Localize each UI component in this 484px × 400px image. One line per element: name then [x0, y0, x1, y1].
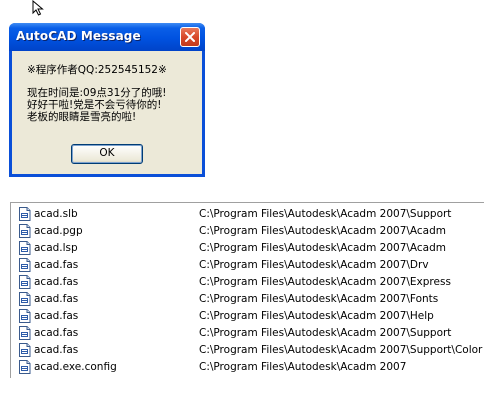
file-icon [19, 292, 31, 306]
file-row[interactable]: acad.slb C:\Program Files\Autodesk\Acadm … [11, 206, 481, 223]
file-icon [19, 224, 31, 238]
file-row[interactable]: acad.fas C:\Program Files\Autodesk\Acadm … [11, 257, 481, 274]
file-name: acad.pgp [34, 225, 83, 237]
file-path: C:\Program Files\Autodesk\Acadm 2007\Fon… [199, 293, 439, 305]
file-path: C:\Program Files\Autodesk\Acadm 2007 [199, 361, 407, 373]
message-line: 好好干啦!党是不会亏待你的! [27, 99, 162, 111]
message-line: 老板的眼睛是雪亮的啦! [27, 111, 137, 123]
file-path: C:\Program Files\Autodesk\Acadm 2007\Aca… [199, 242, 447, 254]
file-row[interactable]: acad.lsp C:\Program Files\Autodesk\Acadm … [11, 240, 481, 257]
file-row[interactable]: acad.fas C:\Program Files\Autodesk\Acadm … [11, 291, 481, 308]
file-icon [19, 343, 31, 357]
file-row[interactable]: acad.fas C:\Program Files\Autodesk\Acadm … [11, 325, 481, 342]
file-name: acad.exe.config [34, 361, 117, 373]
close-icon [185, 32, 195, 42]
file-icon [19, 326, 31, 340]
file-name: acad.fas [34, 259, 79, 271]
file-row[interactable]: acad.pgp C:\Program Files\Autodesk\Acadm … [11, 223, 481, 240]
file-row[interactable]: acad.fas C:\Program Files\Autodesk\Acadm … [11, 342, 483, 359]
author-line: ※程序作者QQ:252545152※ [27, 64, 167, 76]
file-icon [19, 258, 31, 272]
message-dialog: AutoCAD Message ※程序作者QQ:252545152※ 现在时间是… [9, 23, 205, 177]
file-row[interactable]: acad.fas C:\Program Files\Autodesk\Acadm … [11, 274, 481, 291]
file-path: C:\Program Files\Autodesk\Acadm 2007\Sup… [199, 327, 452, 339]
ok-button[interactable]: OK [71, 144, 143, 164]
dialog-body: ※程序作者QQ:252545152※ 现在时间是:09点31分了的哦! 好好干啦… [12, 51, 202, 174]
file-row[interactable]: acad.exe.config C:\Program Files\Autodesk… [11, 359, 481, 376]
file-icon [19, 309, 31, 323]
file-name: acad.fas [34, 293, 79, 305]
dialog-titlebar[interactable]: AutoCAD Message [9, 23, 205, 51]
dialog-title: AutoCAD Message [16, 29, 141, 43]
file-name: acad.slb [34, 208, 78, 220]
file-icon [19, 241, 31, 255]
file-name: acad.lsp [34, 242, 78, 254]
file-row[interactable]: acad.fas C:\Program Files\Autodesk\Acadm … [11, 308, 481, 325]
file-path: C:\Program Files\Autodesk\Acadm 2007\Exp… [199, 276, 451, 288]
file-path: C:\Program Files\Autodesk\Acadm 2007\Drv [199, 259, 429, 271]
file-name: acad.fas [34, 310, 79, 322]
close-button[interactable] [180, 27, 200, 47]
message-line: 现在时间是:09点31分了的哦! [27, 87, 167, 99]
file-list: acad.slb C:\Program Files\Autodesk\Acadm … [10, 202, 484, 378]
file-name: acad.fas [34, 276, 79, 288]
mouse-pointer-icon [32, 0, 44, 16]
file-name: acad.fas [34, 327, 79, 339]
file-icon [19, 275, 31, 289]
file-name: acad.fas [34, 344, 79, 356]
file-path: C:\Program Files\Autodesk\Acadm 2007\Sup… [199, 344, 483, 356]
file-path: C:\Program Files\Autodesk\Acadm 2007\Aca… [199, 225, 447, 237]
file-path: C:\Program Files\Autodesk\Acadm 2007\Hel… [199, 310, 434, 322]
file-path: C:\Program Files\Autodesk\Acadm 2007\Sup… [199, 208, 452, 220]
file-icon [19, 360, 31, 374]
file-icon [19, 207, 31, 221]
